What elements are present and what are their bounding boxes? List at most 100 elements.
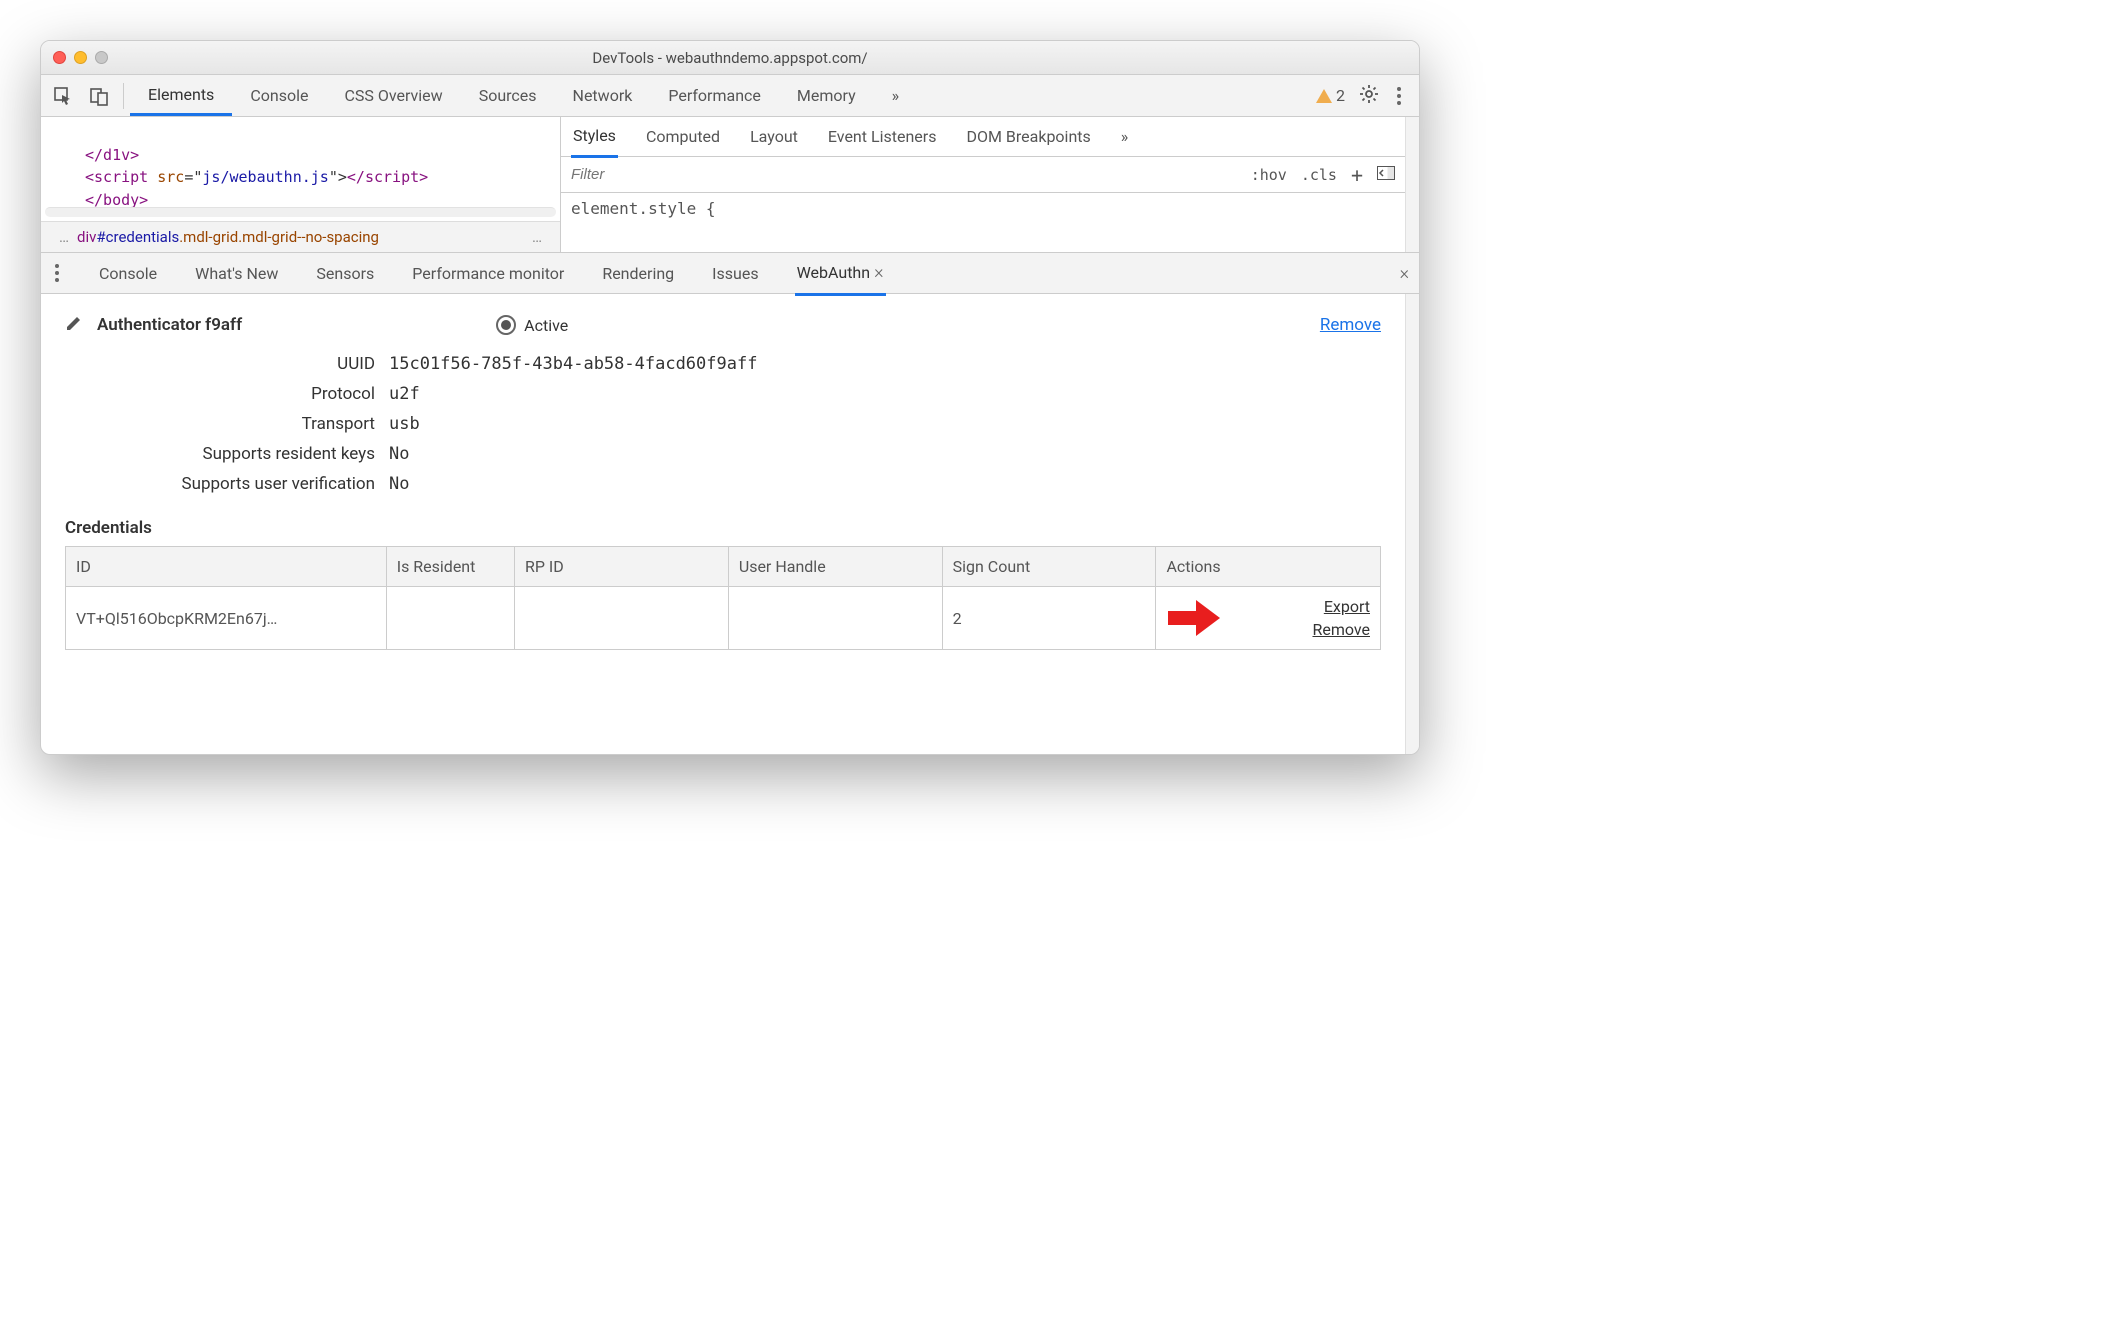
main-tab-strip: Elements Console CSS Overview Sources Ne… (130, 75, 917, 116)
drawer-tab-performance-monitor[interactable]: Performance monitor (410, 254, 566, 293)
subtab-dom-breakpoints[interactable]: DOM Breakpoints (964, 117, 1092, 156)
settings-gear-icon[interactable] (1359, 84, 1379, 108)
prop-resident-value: No (389, 444, 409, 464)
col-id: ID (66, 547, 387, 587)
prop-userver-value: No (389, 474, 409, 494)
prop-protocol-label: Protocol (125, 384, 375, 404)
subtab-event-listeners[interactable]: Event Listeners (826, 117, 939, 156)
elements-split: </d1v> <script src="js/webauthn.js"></sc… (41, 117, 1419, 252)
drawer-tab-rendering[interactable]: Rendering (600, 254, 676, 293)
remove-credential-link[interactable]: Remove (1312, 620, 1370, 639)
styles-filter-input[interactable] (561, 160, 1241, 189)
cell-is-resident (386, 587, 514, 650)
tab-css-overview[interactable]: CSS Overview (326, 75, 460, 116)
main-toolbar: Elements Console CSS Overview Sources Ne… (41, 75, 1419, 117)
remove-authenticator-link[interactable]: Remove (1320, 315, 1381, 335)
tab-performance[interactable]: Performance (650, 75, 779, 116)
active-label: Active (524, 316, 568, 335)
styles-filter-row: :hov .cls + (561, 157, 1405, 193)
prop-transport-value: usb (389, 414, 420, 434)
cell-id: VT+Ql516ObcpKRM2En67j… (66, 587, 387, 650)
code-line-2d: js/webauthn.js (202, 168, 328, 186)
code-line-2f: </script> (347, 168, 428, 186)
drawer-tab-whats-new[interactable]: What's New (193, 254, 280, 293)
breadcrumb-post-ellipsis[interactable]: … (524, 228, 550, 246)
drawer-menu-icon[interactable] (51, 264, 63, 282)
close-drawer-icon[interactable]: × (1400, 263, 1409, 284)
tab-elements[interactable]: Elements (130, 75, 232, 116)
close-tab-webauthn-icon[interactable]: × (874, 262, 883, 283)
drawer-tab-strip: Console What's New Sensors Performance m… (41, 252, 1419, 294)
col-is-resident: Is Resident (386, 547, 514, 587)
kebab-menu-icon[interactable] (1393, 87, 1405, 105)
hov-toggle[interactable]: :hov (1251, 166, 1287, 184)
inspect-icon[interactable] (51, 84, 75, 108)
drawer-tab-webauthn-label: WebAuthn (797, 263, 870, 282)
export-credential-link[interactable]: Export (1324, 597, 1370, 616)
prop-uuid-label: UUID (125, 354, 375, 374)
cell-sign-count: 2 (942, 587, 1156, 650)
code-line-1: </d1v> (85, 146, 139, 164)
drawer-tab-issues[interactable]: Issues (710, 254, 760, 293)
active-radio[interactable]: Active (496, 315, 568, 335)
drawer-tab-sensors[interactable]: Sensors (314, 254, 376, 293)
col-user-handle: User Handle (728, 547, 942, 587)
dom-source[interactable]: </d1v> <script src="js/webauthn.js"></sc… (41, 117, 560, 207)
new-rule-button[interactable]: + (1351, 163, 1363, 187)
authenticator-header: Authenticator f9aff Active Remove (65, 314, 1381, 336)
col-actions: Actions (1156, 547, 1381, 587)
subtab-computed[interactable]: Computed (644, 117, 722, 156)
tab-network[interactable]: Network (555, 75, 651, 116)
devtools-window: DevTools - webauthndemo.appspot.com/ Ele… (40, 40, 1420, 755)
col-sign-count: Sign Count (942, 547, 1156, 587)
breadcrumb-pre-ellipsis[interactable]: … (51, 228, 77, 246)
right-scrollbar[interactable] (1405, 117, 1419, 252)
breadcrumb-classes: .mdl-grid.mdl-grid--no-spacing (179, 228, 379, 246)
breadcrumb-id: #credentials (96, 228, 179, 246)
drawer-tab-console[interactable]: Console (97, 254, 159, 293)
tab-console[interactable]: Console (232, 75, 326, 116)
table-header-row: ID Is Resident RP ID User Handle Sign Co… (66, 547, 1381, 587)
table-row: VT+Ql516ObcpKRM2En67j… 2 Export Remove (66, 587, 1381, 650)
code-line-2e: "> (329, 168, 347, 186)
prop-protocol-value: u2f (389, 384, 420, 404)
warning-icon (1316, 89, 1332, 103)
warnings-badge[interactable]: 2 (1316, 86, 1345, 105)
prop-userver-label: Supports user verification (125, 474, 375, 494)
cell-user-handle (728, 587, 942, 650)
highlight-arrow-icon (1168, 600, 1220, 636)
credentials-table: ID Is Resident RP ID User Handle Sign Co… (65, 546, 1381, 650)
cell-actions: Export Remove (1156, 587, 1381, 650)
element-style-block[interactable]: element.style { (561, 193, 1405, 224)
window-title: DevTools - webauthndemo.appspot.com/ (41, 49, 1419, 67)
radio-icon (496, 315, 516, 335)
drawer-tab-webauthn[interactable]: WebAuthn × (795, 252, 886, 296)
webauthn-panel: Authenticator f9aff Active Remove UUID 1… (41, 294, 1405, 754)
tabs-overflow[interactable]: » (874, 75, 918, 116)
prop-uuid-value: 15c01f56-785f-43b4-ab58-4facd60f9aff (389, 354, 757, 374)
code-line-2a: <script (85, 168, 157, 186)
code-line-2c: =" (184, 168, 202, 186)
col-rp-id: RP ID (515, 547, 729, 587)
panel-scrollbar[interactable] (1405, 294, 1419, 754)
toggle-sidebar-icon[interactable] (1377, 166, 1395, 184)
edit-icon[interactable] (65, 314, 83, 336)
device-toggle-icon[interactable] (87, 84, 111, 108)
subtabs-overflow[interactable]: » (1119, 117, 1131, 156)
dom-tree-pane: </d1v> <script src="js/webauthn.js"></sc… (41, 117, 561, 252)
code-line-3: </body> (85, 191, 148, 208)
breadcrumb[interactable]: … div#credentials.mdl-grid.mdl-grid--no-… (41, 221, 560, 252)
styles-tab-strip: Styles Computed Layout Event Listeners D… (561, 117, 1405, 157)
tab-memory[interactable]: Memory (779, 75, 874, 116)
prop-resident-label: Supports resident keys (125, 444, 375, 464)
authenticator-properties: UUID 15c01f56-785f-43b4-ab58-4facd60f9af… (125, 354, 1381, 494)
credentials-heading: Credentials (65, 518, 1381, 538)
breadcrumb-tag: div (77, 228, 96, 246)
styles-pane: Styles Computed Layout Event Listeners D… (561, 117, 1405, 252)
tab-sources[interactable]: Sources (461, 75, 555, 116)
horizontal-scrollbar[interactable] (45, 207, 556, 217)
subtab-layout[interactable]: Layout (748, 117, 800, 156)
subtab-styles[interactable]: Styles (571, 116, 618, 158)
warning-count: 2 (1336, 86, 1345, 105)
cls-toggle[interactable]: .cls (1301, 166, 1337, 184)
